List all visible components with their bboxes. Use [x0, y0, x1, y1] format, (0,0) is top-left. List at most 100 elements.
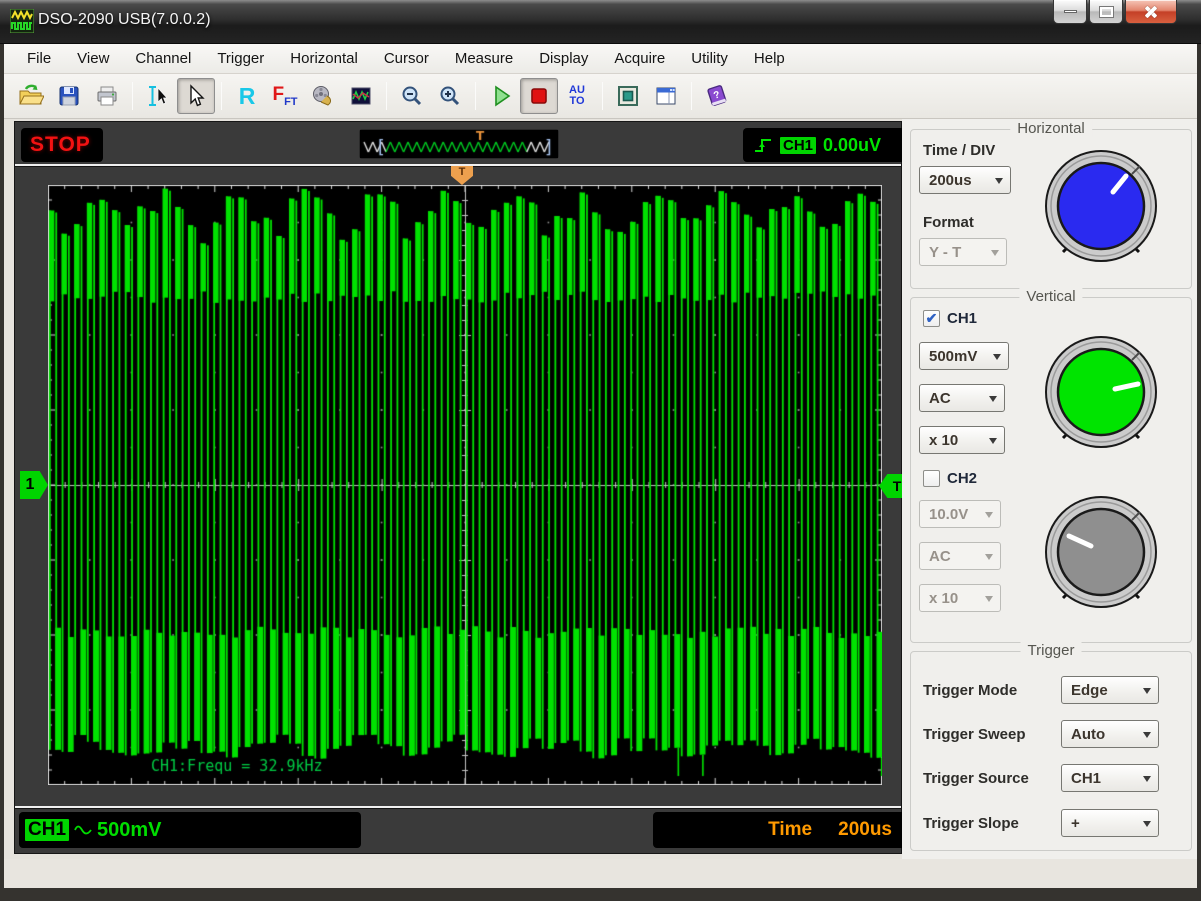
- horizontal-knob[interactable]: [1041, 148, 1161, 268]
- start-button[interactable]: [482, 78, 520, 114]
- ch1-checkbox[interactable]: [923, 310, 940, 327]
- trigger-sweep-select[interactable]: Auto: [1061, 720, 1159, 748]
- menu-file[interactable]: File: [14, 44, 64, 74]
- trigger-readout: CH1 0.00uV: [743, 128, 906, 162]
- zoom-out-button[interactable]: [393, 78, 431, 114]
- ch2-probe-value: x 10: [929, 589, 959, 607]
- trigger-level-value: 0.00uV: [823, 134, 882, 155]
- pointer-button[interactable]: [177, 78, 215, 114]
- menu-trigger[interactable]: Trigger: [204, 44, 277, 74]
- minimize-button[interactable]: [1053, 0, 1087, 24]
- start-icon: [495, 85, 511, 107]
- toolbar-separator: [386, 82, 387, 110]
- chevron-down-icon: [989, 438, 997, 448]
- trigger-mode-label: Trigger Mode: [923, 682, 1018, 699]
- ch2-checkbox[interactable]: [923, 470, 940, 487]
- app-window: DSO-2090 USB(7.0.0.2) File View Channel …: [0, 0, 1201, 901]
- app-client-area: File View Channel Trigger Horizontal Cur…: [4, 44, 1197, 888]
- cursor-measure-icon: [149, 86, 168, 106]
- separator: [15, 806, 901, 808]
- ch1-coupling-select[interactable]: AC: [919, 384, 1005, 412]
- time-div-select[interactable]: 200us: [919, 166, 1011, 194]
- open-button[interactable]: [12, 78, 50, 114]
- toolbar-separator: [691, 82, 692, 110]
- trigger-slope-label: Trigger Slope: [923, 815, 1019, 832]
- menu-channel[interactable]: Channel: [122, 44, 204, 74]
- refresh-button[interactable]: R: [228, 78, 266, 114]
- ch2-position-knob[interactable]: [1041, 494, 1161, 614]
- menu-horizontal[interactable]: Horizontal: [277, 44, 371, 74]
- channel-badge: CH1: [25, 819, 70, 841]
- stop-button[interactable]: [520, 78, 558, 114]
- window-title: DSO-2090 USB(7.0.0.2): [38, 11, 211, 28]
- chevron-down-icon: [985, 554, 993, 564]
- fft-button[interactable]: FFT: [266, 78, 304, 114]
- trigger-mode-select[interactable]: Edge: [1061, 676, 1159, 704]
- trigger-slope-select[interactable]: +: [1061, 809, 1159, 837]
- zoom-in-button[interactable]: [431, 78, 469, 114]
- waveform-canvas: [48, 185, 882, 785]
- full-screen-button[interactable]: [609, 78, 647, 114]
- time-label: Time: [768, 819, 813, 840]
- ch1-volts-value: 500mV: [929, 347, 978, 365]
- menu-measure[interactable]: Measure: [442, 44, 526, 74]
- main-content: STOP CH1 0.00uV T 1 T CH1 500mV Time 200…: [4, 119, 1197, 859]
- help-icon: ?: [707, 85, 727, 106]
- ch2-enable-row: CH2: [923, 470, 977, 487]
- trigger-marker-label: T: [892, 478, 902, 494]
- fft-icon: FFT: [272, 84, 298, 108]
- ch2-label: CH2: [947, 470, 978, 487]
- status-label: STOP: [30, 133, 91, 156]
- trigger-source-select[interactable]: CH1: [1061, 764, 1159, 792]
- panel-layout-button[interactable]: [647, 78, 685, 114]
- display-mode-button[interactable]: [342, 78, 380, 114]
- separator: [15, 164, 901, 166]
- chevron-down-icon: [985, 512, 993, 522]
- trigger-slope-value: +: [1071, 814, 1080, 832]
- help-button[interactable]: ?: [698, 78, 736, 114]
- menu-cursor[interactable]: Cursor: [371, 44, 442, 74]
- chevron-down-icon: [985, 596, 993, 606]
- menu-help[interactable]: Help: [741, 44, 798, 74]
- time-div-value: 200us: [929, 171, 972, 189]
- chevron-down-icon: [989, 396, 997, 406]
- print-icon: [97, 86, 117, 106]
- trigger-position-marker[interactable]: T: [451, 166, 473, 185]
- trigger-mode-value: Edge: [1071, 681, 1108, 699]
- auto-icon: AU TO: [569, 84, 585, 107]
- ch2-coupling-select: AC: [919, 542, 1001, 570]
- title-bar: DSO-2090 USB(7.0.0.2): [0, 0, 1201, 44]
- zoom-out-icon: [402, 86, 422, 106]
- scope-panel: STOP CH1 0.00uV T 1 T CH1 500mV Time 200…: [14, 121, 907, 854]
- chevron-down-icon: [1143, 688, 1151, 698]
- menu-display[interactable]: Display: [526, 44, 601, 74]
- close-button[interactable]: [1125, 0, 1177, 24]
- horizontal-group-title: Horizontal: [1010, 120, 1092, 137]
- waveform-display: [48, 185, 882, 785]
- cursor-measure-button[interactable]: [139, 78, 177, 114]
- vertical-group-title: Vertical: [1019, 288, 1083, 305]
- ch1-level-marker[interactable]: 1: [20, 471, 48, 499]
- menu-view[interactable]: View: [64, 44, 122, 74]
- maximize-button[interactable]: [1089, 0, 1123, 24]
- display-mode-icon: [351, 87, 371, 105]
- ch1-volts-select[interactable]: 500mV: [919, 342, 1009, 370]
- ch1-coupling-value: AC: [929, 389, 951, 407]
- chevron-down-icon: [991, 250, 999, 260]
- ch1-position-knob[interactable]: [1041, 334, 1161, 454]
- refresh-icon: R: [238, 82, 256, 109]
- ch2-probe-select: x 10: [919, 584, 1001, 612]
- preview-canvas: [360, 130, 558, 158]
- waveform-preview-strip[interactable]: [359, 129, 559, 159]
- control-panel: Horizontal Time / DIV 200us Format Y - T: [902, 119, 1197, 859]
- record-button[interactable]: [304, 78, 342, 114]
- chevron-down-icon: [1143, 821, 1151, 831]
- menu-utility[interactable]: Utility: [678, 44, 741, 74]
- print-button[interactable]: [88, 78, 126, 114]
- chevron-down-icon: [1143, 732, 1151, 742]
- ch2-volts-value: 10.0V: [929, 505, 969, 523]
- save-button[interactable]: [50, 78, 88, 114]
- menu-acquire[interactable]: Acquire: [601, 44, 678, 74]
- ch1-probe-select[interactable]: x 10: [919, 426, 1005, 454]
- auto-button[interactable]: AU TO: [558, 78, 596, 114]
